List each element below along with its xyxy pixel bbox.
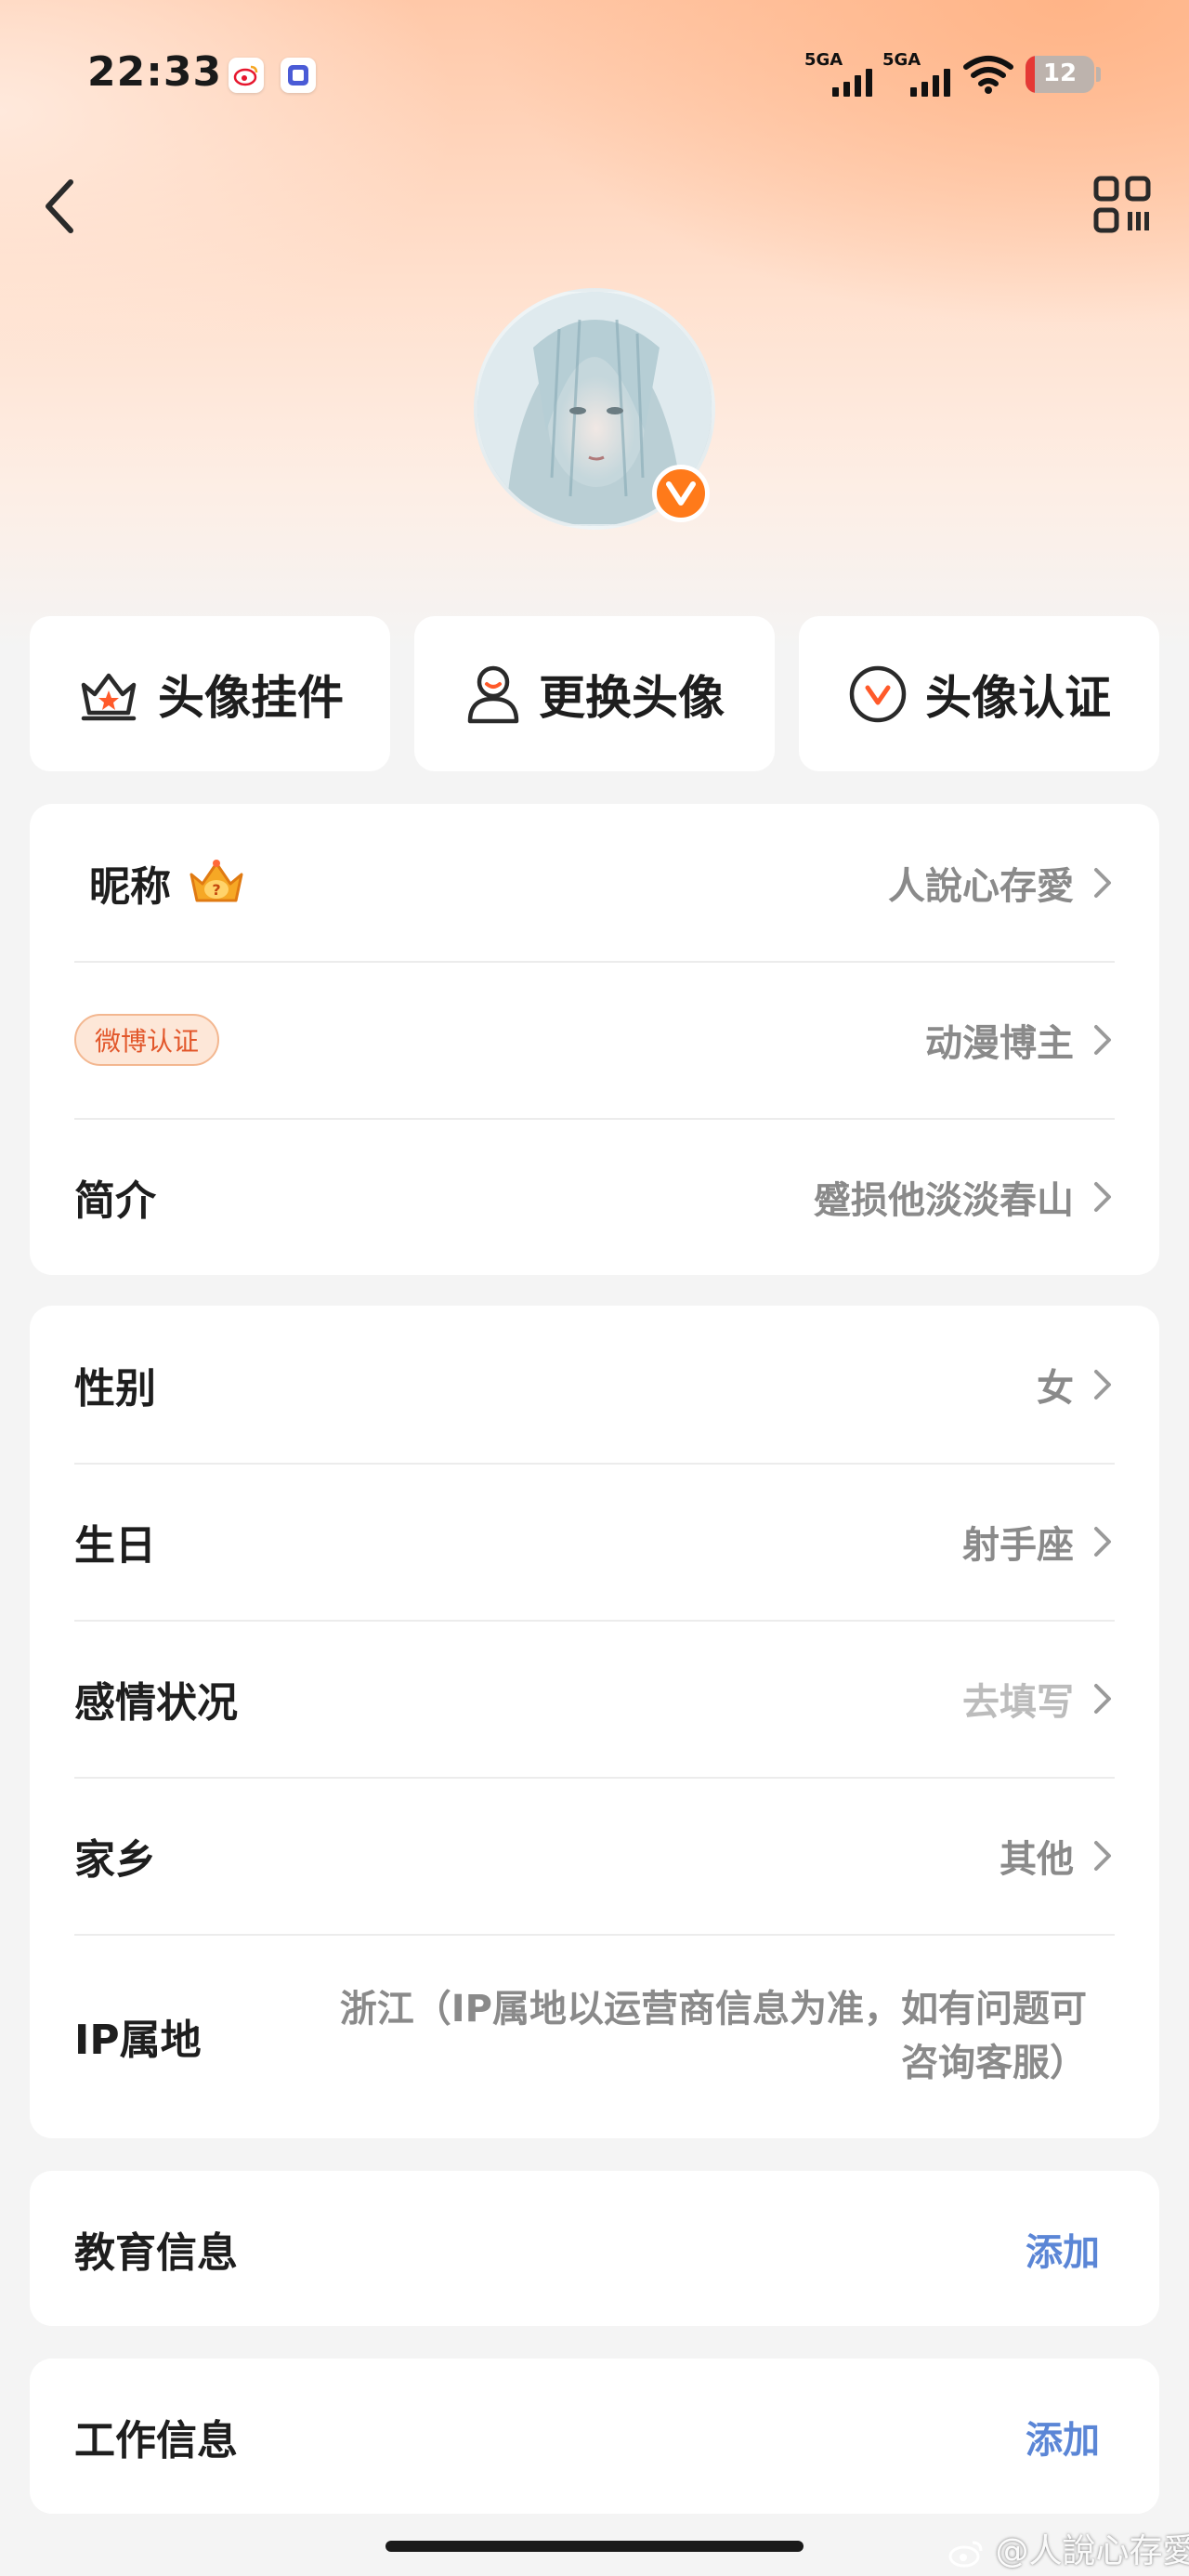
nickname-label: 昵称 bbox=[89, 862, 171, 911]
chevron-right-icon bbox=[1094, 1181, 1111, 1212]
nickname-row[interactable]: 昵称 ? 人說心存愛 bbox=[74, 804, 1115, 961]
avatar[interactable] bbox=[474, 288, 715, 530]
wifi-icon bbox=[963, 56, 1013, 94]
crown-frame-icon bbox=[81, 673, 137, 720]
avatar-pendant-label: 头像挂件 bbox=[158, 670, 344, 725]
v-badge-icon bbox=[652, 465, 710, 522]
chevron-right-icon bbox=[1094, 1840, 1111, 1871]
chevron-left-icon bbox=[46, 179, 73, 233]
qr-code-icon bbox=[1093, 176, 1151, 233]
chevron-right-icon bbox=[1094, 1683, 1111, 1714]
verification-value: 动漫博主 bbox=[925, 1021, 1074, 1065]
weibo-logo-icon bbox=[948, 2541, 983, 2568]
chevron-right-icon bbox=[1094, 1024, 1111, 1055]
app-notification-icon bbox=[281, 58, 316, 93]
work-card: 工作信息 添加 bbox=[30, 2359, 1159, 2514]
watermark: @人說心存愛 bbox=[947, 2524, 1189, 2572]
hometown-row[interactable]: 家乡 其他 bbox=[74, 1777, 1115, 1934]
education-add-button[interactable]: 添加 bbox=[1026, 2222, 1100, 2276]
work-label: 工作信息 bbox=[74, 2416, 238, 2464]
profile-details-card: 性别 女 生日 射手座 感情状况 去填写 家乡 其他 IP属地 浙江（IP属地以… bbox=[30, 1306, 1159, 2138]
battery-indicator: 12 bbox=[1026, 56, 1094, 93]
vip-crown-icon: ? bbox=[189, 859, 243, 901]
ip-location-value: 浙江（IP属地以运营商信息为准，如有问题可咨询客服） bbox=[339, 1988, 1087, 2084]
change-avatar-button[interactable]: 更换头像 bbox=[414, 616, 775, 771]
chevron-right-icon bbox=[1094, 867, 1111, 898]
bio-row[interactable]: 简介 蹙损他淡淡春山 bbox=[74, 1118, 1115, 1275]
birthday-label: 生日 bbox=[74, 1521, 156, 1570]
weibo-verified-badge: 微博认证 bbox=[74, 1013, 220, 1066]
gender-value: 女 bbox=[1037, 1366, 1074, 1410]
gender-row[interactable]: 性别 女 bbox=[74, 1306, 1115, 1463]
hometown-label: 家乡 bbox=[74, 1835, 156, 1884]
relationship-value: 去填写 bbox=[962, 1680, 1074, 1724]
v-circle-icon bbox=[849, 665, 907, 722]
bio-value: 蹙损他淡淡春山 bbox=[814, 1178, 1074, 1222]
battery-level: 12 bbox=[1042, 59, 1078, 87]
person-icon bbox=[467, 665, 519, 723]
relationship-label: 感情状况 bbox=[74, 1678, 238, 1727]
hometown-value: 其他 bbox=[1000, 1837, 1074, 1881]
qr-code-button[interactable] bbox=[1092, 175, 1152, 234]
verification-row[interactable]: 微博认证 动漫博主 bbox=[74, 961, 1115, 1118]
status-bar: 22:33 5GA 5GA 12 bbox=[0, 0, 1189, 149]
bio-label: 简介 bbox=[74, 1176, 156, 1225]
svg-text:?: ? bbox=[212, 881, 220, 899]
relationship-row[interactable]: 感情状况 去填写 bbox=[74, 1620, 1115, 1777]
network-type-2: 5GA bbox=[882, 50, 921, 70]
home-indicator[interactable] bbox=[385, 2541, 804, 2552]
avatar-verify-button[interactable]: 头像认证 bbox=[799, 616, 1159, 771]
work-add-button[interactable]: 添加 bbox=[1026, 2410, 1100, 2464]
avatar-pendant-button[interactable]: 头像挂件 bbox=[30, 616, 390, 771]
back-button[interactable] bbox=[33, 167, 89, 242]
education-card: 教育信息 添加 bbox=[30, 2171, 1159, 2326]
weibo-notification-icon bbox=[229, 58, 264, 93]
profile-basic-card: 昵称 ? 人說心存愛 微博认证 动漫博主 简介 蹙损他淡淡春山 bbox=[30, 804, 1159, 1275]
chevron-right-icon bbox=[1094, 1369, 1111, 1400]
watermark-text: @人說心存愛 bbox=[995, 2532, 1189, 2570]
nickname-value: 人說心存愛 bbox=[888, 864, 1074, 908]
education-label: 教育信息 bbox=[74, 2228, 238, 2277]
work-row[interactable]: 工作信息 添加 bbox=[74, 2359, 1115, 2514]
network-type-1: 5GA bbox=[804, 50, 843, 70]
chevron-right-icon bbox=[1094, 1526, 1111, 1557]
education-row[interactable]: 教育信息 添加 bbox=[74, 2171, 1115, 2326]
status-time: 22:33 bbox=[87, 48, 223, 96]
ip-location-row: IP属地 浙江（IP属地以运营商信息为准，如有问题可咨询客服） bbox=[74, 1934, 1115, 2138]
birthday-row[interactable]: 生日 射手座 bbox=[74, 1463, 1115, 1620]
avatar-verify-label: 头像认证 bbox=[925, 670, 1111, 725]
gender-label: 性别 bbox=[74, 1364, 156, 1413]
change-avatar-label: 更换头像 bbox=[539, 670, 725, 725]
birthday-value: 射手座 bbox=[962, 1523, 1074, 1567]
ip-location-label: IP属地 bbox=[74, 2017, 202, 2064]
